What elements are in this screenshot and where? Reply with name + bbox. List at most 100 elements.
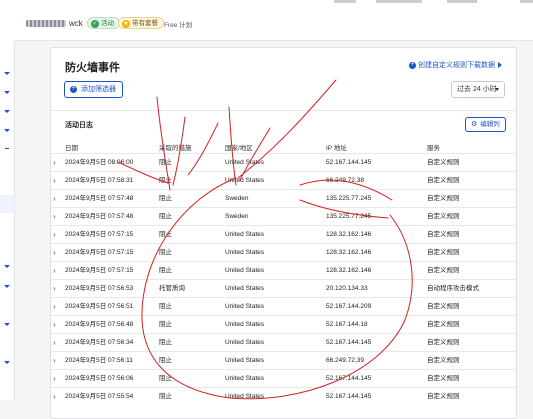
chevron-right-icon[interactable]: › — [53, 352, 56, 369]
download-data-link[interactable]: 下载数据 — [467, 60, 502, 70]
header-menu-stub[interactable] — [520, 0, 533, 3]
column-header-date[interactable]: 日期 — [65, 142, 78, 152]
chevron-right-icon[interactable]: › — [53, 388, 56, 405]
row-service: 自定义规则 — [427, 339, 460, 346]
header-menu-stub[interactable] — [334, 0, 356, 3]
create-rule-link[interactable]: + 创建自定义规则 — [409, 60, 467, 70]
table-row[interactable]: › 2024年9月5日 07:56:34 阻止 United States 52.167… — [51, 333, 516, 351]
column-header-country[interactable]: 国家/地区 — [225, 142, 253, 152]
chevron-down-icon[interactable] — [4, 361, 10, 364]
table-body: › 2024年9月5日 08:06:00 阻止 United States 52.167… — [51, 153, 516, 405]
chevron-right-icon[interactable]: › — [53, 172, 56, 189]
row-service: 自定义规则 — [427, 303, 460, 310]
column-header-action[interactable]: 采取的措施 — [159, 142, 192, 152]
row-date: 2024年9月5日 08:06:00 — [65, 159, 134, 166]
row-service: 自定义规则 — [427, 213, 460, 220]
row-country: United States — [225, 357, 265, 364]
row-action: 阻止 — [159, 177, 172, 184]
row-ip: 128.32.162.146 — [326, 267, 372, 274]
row-date: 2024年9月5日 07:57:48 — [65, 195, 134, 202]
plan-badge: ★ 带有套餐 — [118, 17, 164, 29]
table-row[interactable]: › 2024年9月5日 07:55:54 阻止 United States 52.167… — [51, 387, 516, 405]
row-date: 2024年9月5日 07:56:48 — [65, 321, 134, 328]
chevron-down-icon[interactable] — [4, 323, 10, 326]
top-bar: wck ✓ 活动 ★ 带有套餐 Free 计划 — [0, 0, 533, 41]
row-date: 2024年9月5日 07:57:15 — [65, 231, 134, 238]
row-ip: 66.249.72.38 — [326, 177, 364, 184]
row-country: United States — [225, 177, 265, 184]
row-service: 自定义规则 — [427, 321, 460, 328]
row-service: 自定义规则 — [427, 267, 460, 274]
table-row[interactable]: › 2024年9月5日 07:56:06 阻止 United States 52.167… — [51, 369, 516, 387]
row-ip: 135.225.77.245 — [326, 195, 372, 202]
create-rule-label: 创建自定义规则 — [418, 62, 467, 69]
row-action: 阻止 — [159, 249, 172, 256]
row-country: United States — [225, 303, 265, 310]
time-range-select[interactable]: 过去 24 小时 — [451, 81, 505, 98]
gear-icon: ⚙ — [471, 121, 478, 128]
table-row[interactable]: › 2024年9月5日 07:57:15 阻止 United States 128.32… — [51, 261, 516, 279]
row-country: United States — [225, 159, 265, 166]
add-filter-button[interactable]: + 添加筛选器 — [64, 81, 123, 98]
row-action: 阻止 — [159, 339, 172, 346]
table-row[interactable]: › 2024年9月5日 07:56:53 托管质询 United States 20.1… — [51, 279, 516, 297]
chevron-right-icon[interactable]: › — [53, 154, 56, 171]
table-row[interactable]: › 2024年9月5日 07:56:48 阻止 United States 52.167… — [51, 315, 516, 333]
row-service: 自定义规则 — [427, 249, 460, 256]
status-badge-label: 活动 — [101, 20, 114, 27]
header-menu-stub[interactable] — [447, 0, 477, 3]
row-ip: 135.225.77.245 — [326, 213, 372, 220]
table-row[interactable]: › 2024年9月5日 07:58:31 阻止 United States 66.249… — [51, 171, 516, 189]
table-row[interactable]: › 2024年9月5日 07:57:48 阻止 Sweden 135.225.77.24… — [51, 189, 516, 207]
chevron-down-icon[interactable] — [4, 129, 10, 132]
chevron-right-icon[interactable]: › — [53, 244, 56, 261]
column-header-ip[interactable]: IP 地址 — [326, 142, 347, 152]
chevron-down-icon[interactable] — [4, 265, 10, 268]
edit-columns-label: 编辑列 — [480, 121, 500, 128]
table-row[interactable]: › 2024年9月5日 07:57:15 阻止 United States 128.32… — [51, 225, 516, 243]
plan-label: Free 计划 — [164, 22, 193, 29]
download-label: 下载数据 — [467, 62, 495, 69]
site-domain[interactable]: wck — [26, 19, 83, 28]
row-country: United States — [225, 267, 265, 274]
table-row[interactable]: › 2024年9月5日 07:57:48 阻止 Sweden 135.225.77.24… — [51, 207, 516, 225]
table-row[interactable]: › 2024年9月5日 07:56:11 阻止 United States 66.249… — [51, 351, 516, 369]
chevron-right-icon[interactable]: › — [53, 370, 56, 387]
chevron-right-icon[interactable]: › — [53, 334, 56, 351]
chevron-right-icon[interactable]: › — [53, 298, 56, 315]
row-country: United States — [225, 321, 265, 328]
nav-active-item[interactable] — [0, 195, 14, 213]
chevron-down-icon[interactable] — [4, 91, 10, 94]
row-ip: 52.167.144.145 — [326, 159, 372, 166]
chevron-down-icon[interactable] — [4, 285, 10, 288]
table-row[interactable]: › 2024年9月5日 08:06:00 阻止 United States 52.167… — [51, 153, 516, 171]
chevron-right-icon[interactable]: › — [53, 190, 56, 207]
row-country: United States — [225, 375, 265, 382]
activity-log-title: 活动日志 — [65, 122, 93, 129]
edit-columns-button[interactable]: ⚙ 编辑列 — [465, 117, 506, 132]
row-service: 自定义规则 — [427, 357, 460, 364]
row-date: 2024年9月5日 07:56:06 — [65, 375, 134, 382]
chevron-right-icon[interactable]: › — [53, 226, 56, 243]
chevron-down-icon[interactable] — [4, 72, 10, 75]
chevron-down-icon[interactable] — [4, 110, 10, 113]
chevron-right-icon[interactable]: › — [53, 208, 56, 225]
header-menu-stub[interactable] — [376, 0, 422, 3]
row-ip: 128.32.162.146 — [326, 249, 372, 256]
row-date: 2024年9月5日 07:56:11 — [65, 357, 133, 364]
column-header-service[interactable]: 服务 — [427, 142, 440, 152]
table-row[interactable]: › 2024年9月5日 07:56:51 阻止 United States 52.167… — [51, 297, 516, 315]
row-date: 2024年9月5日 07:57:48 — [65, 213, 134, 220]
row-service: 自定义规则 — [427, 159, 460, 166]
row-action: 阻止 — [159, 195, 172, 202]
page-title: 防火墙事件 — [65, 62, 120, 74]
plan-badge-label: 带有套餐 — [132, 20, 158, 27]
firewall-events-card: 防火墙事件 + 创建自定义规则 下载数据 + 添加筛选器 过去 24 小时 活动日志… — [50, 47, 517, 419]
table-row[interactable]: › 2024年9月5日 07:57:15 阻止 United States 128.32… — [51, 243, 516, 261]
row-service: 自定义规则 — [427, 195, 460, 202]
chevron-right-icon[interactable]: › — [53, 316, 56, 333]
row-date: 2024年9月5日 07:57:15 — [65, 267, 134, 274]
chevron-right-icon[interactable]: › — [53, 280, 56, 297]
chevron-right-icon[interactable]: › — [53, 262, 56, 279]
row-service: 自定义规则 — [427, 231, 460, 238]
